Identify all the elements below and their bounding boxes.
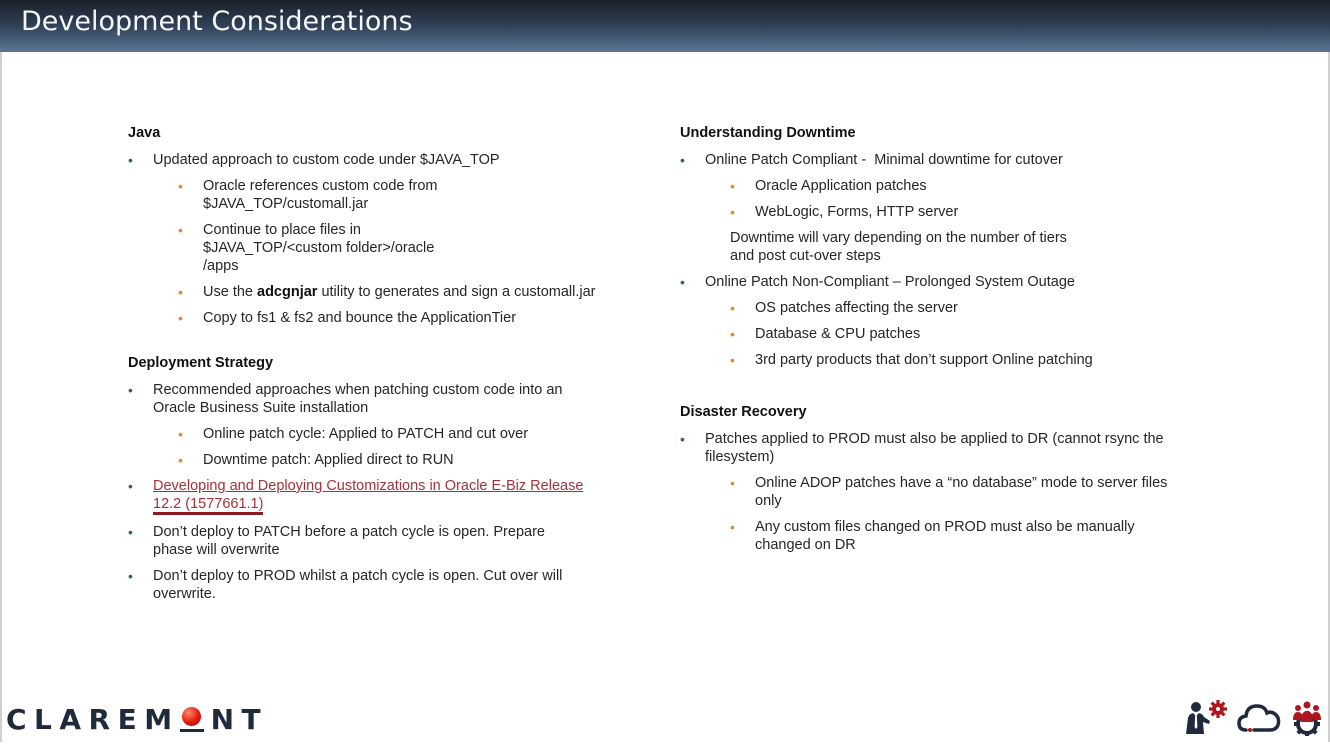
note-text: Downtime will vary depending on the numb… <box>730 230 1067 264</box>
section-title: Understanding Downtime <box>680 125 856 141</box>
consultant-gear-icon <box>1184 700 1228 736</box>
team-gear-icon <box>1290 700 1324 736</box>
cloud-icon <box>1236 700 1282 736</box>
section-title: Disaster Recovery <box>680 404 807 420</box>
link-text[interactable]: Developing and Deploying Customizations … <box>153 478 583 494</box>
sub-bullet-item: Copy to fs1 & fs2 and bounce the Applica… <box>128 309 608 327</box>
section-deployment: Deployment Strategy Recommended approach… <box>128 354 608 603</box>
sub-bullet-item: Online ADOP patches have a “no database”… <box>680 474 1170 510</box>
bullet-item: Online Patch Non-Compliant – Prolonged S… <box>680 273 1170 291</box>
bullet-item: Recommended approaches when patching cus… <box>128 381 608 417</box>
section-disaster-recovery: Disaster Recovery Patches applied to PRO… <box>680 403 1170 554</box>
text: utility to generates and sign a customal… <box>317 284 596 300</box>
doc-link[interactable]: Developing and Deploying Customizations … <box>153 478 583 515</box>
claremont-logo: CLAREM NT <box>6 702 269 736</box>
sub-bullet-item: Database & CPU patches <box>680 325 1170 343</box>
logo-o-mark-icon <box>179 705 204 733</box>
logo-text: NT <box>210 702 269 736</box>
sub-bullet-item: Use the adcgnjar utility to generates an… <box>128 283 608 301</box>
sub-bullet-item: Downtime patch: Applied direct to RUN <box>128 451 608 469</box>
sub-bullet-item: 3rd party products that don’t support On… <box>680 351 1170 369</box>
sub-bullet-item: Any custom files changed on PROD must al… <box>680 518 1170 554</box>
bullet-item: Patches applied to PROD must also be app… <box>680 430 1170 466</box>
bullet-item: Online Patch Compliant - Minimal downtim… <box>680 151 1170 169</box>
logo-text: CLAREM <box>6 702 180 736</box>
sub-bullet-item: Oracle references custom code from $JAVA… <box>128 177 608 213</box>
left-column: Java Updated approach to custom code und… <box>128 124 608 625</box>
footer-icons <box>1184 700 1324 736</box>
section-title: Deployment Strategy <box>128 355 274 371</box>
bullet-item: Developing and Deploying Customizations … <box>128 477 608 515</box>
bullet-item: Updated approach to custom code under $J… <box>128 151 608 169</box>
section-title: Java <box>128 125 161 141</box>
sub-bullet-item: Oracle Application patches <box>680 177 1170 195</box>
left-border <box>0 52 2 742</box>
page-title: Development Considerations <box>21 6 413 37</box>
sub-bullet-item: Continue to place files in $JAVA_TOP/<cu… <box>128 221 608 275</box>
text: Use the <box>203 284 257 300</box>
sub-bullet-item: WebLogic, Forms, HTTP server <box>680 203 1170 221</box>
section-java: Java Updated approach to custom code und… <box>128 124 608 327</box>
section-downtime: Understanding Downtime Online Patch Comp… <box>680 124 1170 369</box>
link-text[interactable]: 12.2 (1577661.1) <box>153 497 264 515</box>
bullet-item: Don’t deploy to PATCH before a patch cyc… <box>128 523 608 559</box>
title-bar: Development Considerations <box>0 0 1330 52</box>
sub-bullet-item: Online patch cycle: Applied to PATCH and… <box>128 425 608 443</box>
right-column: Understanding Downtime Online Patch Comp… <box>680 124 1170 576</box>
command-name: adcgnjar <box>257 284 318 300</box>
sub-bullet-item: OS patches affecting the server <box>680 299 1170 317</box>
bullet-item: Don’t deploy to PROD whilst a patch cycl… <box>128 567 608 603</box>
